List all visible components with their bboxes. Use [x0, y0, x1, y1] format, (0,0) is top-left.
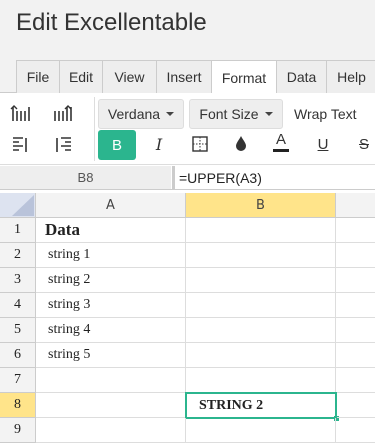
font-family-label: Verdana — [107, 106, 161, 122]
cell-a6[interactable]: string 5 — [36, 343, 186, 368]
cell-b6[interactable] — [186, 343, 336, 368]
cell-a4[interactable]: string 3 — [36, 293, 186, 318]
cell-a7[interactable] — [36, 368, 186, 393]
bold-button[interactable]: B — [98, 130, 136, 160]
column-header-c[interactable] — [336, 193, 375, 218]
formula-bar: B8 =UPPER(A3) — [0, 166, 375, 190]
font-family-dropdown[interactable]: Verdana — [98, 99, 184, 129]
chevron-down-icon — [166, 112, 175, 116]
cell-c8[interactable] — [337, 393, 375, 418]
cell-b5[interactable] — [186, 318, 336, 343]
strikethrough-button[interactable]: S — [349, 130, 375, 158]
text-color-label: A — [275, 131, 286, 148]
cell-c4[interactable] — [336, 293, 375, 318]
borders-icon[interactable] — [185, 130, 215, 158]
row-header[interactable]: 8 — [0, 393, 36, 418]
cell-c6[interactable] — [336, 343, 375, 368]
font-size-dropdown[interactable]: Font Size — [189, 99, 283, 129]
cell-a5[interactable]: string 4 — [36, 318, 186, 343]
row-header[interactable]: 2 — [0, 243, 36, 268]
text-color-swatch — [273, 149, 289, 152]
cell-a1[interactable]: Data — [36, 218, 186, 243]
cell-b1[interactable] — [186, 218, 336, 243]
format-toolbar: Verdana Font Size Wrap Text I A U S — [0, 93, 375, 165]
cell-b3[interactable] — [186, 268, 336, 293]
tab-edit[interactable]: Edit — [60, 60, 103, 93]
row-header[interactable]: 9 — [0, 418, 36, 443]
cell-a3[interactable]: string 2 — [36, 268, 186, 293]
row-header[interactable]: 4 — [0, 293, 36, 318]
cell-c1[interactable] — [336, 218, 375, 243]
tab-format[interactable]: Format — [212, 60, 277, 94]
cell-a2[interactable]: string 1 — [36, 243, 186, 268]
row-header[interactable]: 1 — [0, 218, 36, 243]
underline-button[interactable]: U — [308, 130, 338, 158]
cell-b2[interactable] — [186, 243, 336, 268]
cell-b9[interactable] — [186, 418, 336, 443]
row-header[interactable]: 5 — [0, 318, 36, 343]
cell-b7[interactable] — [186, 368, 336, 393]
cell-b8-selected[interactable]: STRING 2 — [185, 392, 337, 419]
title-bar: Edit Excellentable — [0, 0, 375, 60]
formula-divider — [172, 166, 175, 189]
select-all-corner[interactable] — [0, 193, 36, 218]
italic-button[interactable]: I — [144, 130, 174, 158]
chevron-down-icon — [264, 112, 273, 116]
fill-color-icon[interactable] — [226, 130, 256, 158]
menu-tabs: File Edit View Insert Format Data Help — [0, 60, 375, 94]
cell-a8[interactable] — [36, 393, 186, 418]
row-header[interactable]: 7 — [0, 368, 36, 393]
align-right-icon[interactable] — [48, 131, 78, 159]
tab-help[interactable]: Help — [327, 60, 375, 93]
column-header-a[interactable]: A — [36, 193, 186, 218]
cell-c2[interactable] — [336, 243, 375, 268]
formula-input[interactable]: =UPPER(A3) — [179, 166, 262, 189]
column-header-b[interactable]: B — [186, 193, 336, 218]
row-header[interactable]: 6 — [0, 343, 36, 368]
tab-data[interactable]: Data — [277, 60, 327, 93]
tab-file[interactable]: File — [16, 60, 60, 93]
cell-a9[interactable] — [36, 418, 186, 443]
row-header[interactable]: 3 — [0, 268, 36, 293]
app-title: Edit Excellentable — [16, 9, 207, 36]
cell-b4[interactable] — [186, 293, 336, 318]
tab-view[interactable]: View — [103, 60, 157, 93]
toolbar-divider — [94, 97, 95, 161]
text-color-button[interactable]: A — [266, 128, 296, 156]
indent-decrease-icon[interactable] — [48, 100, 78, 128]
font-size-label: Font Size — [199, 106, 259, 122]
align-left-icon[interactable] — [6, 131, 36, 159]
cell-c3[interactable] — [336, 268, 375, 293]
indent-increase-icon[interactable] — [6, 100, 36, 128]
cell-c7[interactable] — [336, 368, 375, 393]
cell-c5[interactable] — [336, 318, 375, 343]
tab-insert[interactable]: Insert — [157, 60, 212, 93]
wrap-text-button[interactable]: Wrap Text — [294, 100, 357, 128]
spreadsheet-grid: A B 1 Data 2 string 1 3 string 2 4 strin… — [0, 193, 375, 445]
cell-c9[interactable] — [336, 418, 375, 443]
cell-reference-box[interactable]: B8 — [0, 166, 171, 189]
